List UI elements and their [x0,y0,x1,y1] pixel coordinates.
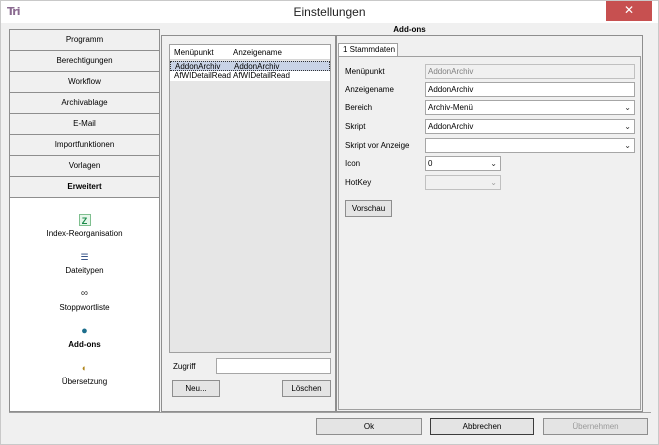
window-title: Einstellungen [293,5,366,19]
preview-button[interactable]: Vorschau [345,200,392,217]
nav-email[interactable]: E-Mail [10,114,159,135]
apply-button[interactable]: Übernehmen [543,418,648,435]
menupunkt-field: AddonArchiv [425,64,635,79]
tool-label: Stoppwortliste [59,303,110,312]
hotkey-label: HotKey [345,178,372,187]
title-bar[interactable]: Tri Einstellungen ✕ [1,1,658,23]
tool-label: Index-Reorganisation [46,229,123,238]
tool-label: Dateitypen [65,266,104,275]
nav-programm[interactable]: Programm [10,30,159,51]
skript-value: AddonArchiv [428,122,474,131]
nav-importfunktionen[interactable]: Importfunktionen [10,135,159,156]
tool-uebersetzung[interactable]: ◐ Übersetzung [10,362,159,398]
panel-title: Add-ons [393,25,426,34]
skript-vor-anzeige-select[interactable]: ⌄ [425,138,635,153]
tool-index-reorganisation[interactable]: Z Index-Reorganisation [10,214,159,250]
nav-berechtigungen[interactable]: Berechtigungen [10,51,159,72]
bereich-select[interactable]: Archiv-Menü ⌄ [425,100,635,115]
chevron-down-icon: ⌄ [490,178,497,187]
icon-select[interactable]: 0 ⌄ [425,156,501,171]
settings-sidebar: Programm Berechtigungen Workflow Archiva… [9,29,160,412]
new-button[interactable]: Neu... [172,380,220,397]
icon-label: Icon [345,159,361,168]
bereich-value: Archiv-Menü [428,103,473,112]
skript-select[interactable]: AddonArchiv ⌄ [425,119,635,134]
tab-stammdaten[interactable]: 1 Stammdaten [338,43,398,56]
list-row[interactable]: AddonArchiv AddonArchiv [170,61,330,71]
tool-add-ons[interactable]: ● Add-ons [10,325,159,361]
anzeigename-label: Anzeigename [345,85,394,94]
globe-icon: ● [81,325,88,337]
tool-dateitypen[interactable]: ☰ Dateitypen [10,251,159,287]
chevron-down-icon[interactable]: ⌄ [624,139,631,152]
nav-workflow[interactable]: Workflow [10,72,159,93]
chevron-down-icon[interactable]: ⌄ [624,120,631,133]
tool-label: Übersetzung [61,377,108,386]
column-header-menupunkt[interactable]: Menüpunkt [174,48,214,57]
skript-label: Skript [345,122,366,131]
chevron-down-icon[interactable]: ⌄ [490,157,497,170]
tool-stoppwortliste[interactable]: ∞ Stoppwortliste [10,288,159,324]
icon-value: 0 [428,159,433,168]
zugriff-label: Zugriff [173,362,196,371]
anzeigename-field[interactable]: AddonArchiv [425,82,635,97]
file-types-icon: ☰ [80,252,89,262]
nav-vorlagen[interactable]: Vorlagen [10,156,159,177]
cancel-button[interactable]: Abbrechen [430,418,534,435]
list-row[interactable]: AfWIDetailRead AfWIDetailRead [170,71,330,81]
tool-label: Add-ons [68,340,101,349]
stopword-list-icon: ∞ [80,288,89,299]
ok-button[interactable]: Ok [316,418,422,435]
cell-menupunkt: AfWIDetailRead [174,71,231,80]
zugriff-input[interactable] [216,358,331,374]
footer-divider [9,412,651,413]
skript-vor-anzeige-label: Skript vor Anzeige [345,141,410,150]
cell-anzeigename: AfWIDetailRead [233,71,290,80]
column-header-anzeigename[interactable]: Anzeigename [233,48,282,57]
nav-erweitert[interactable]: Erweitert [10,177,159,198]
menupunkt-label: Menüpunkt [345,67,385,76]
close-icon: ✕ [623,3,635,17]
list-header: Menüpunkt Anzeigename [170,45,330,60]
index-reorg-icon: Z [78,214,91,226]
delete-button[interactable]: Löschen [282,380,331,397]
addon-list[interactable]: Menüpunkt Anzeigename AddonArchiv AddonA… [169,44,331,353]
nav-archivablage[interactable]: Archivablage [10,93,159,114]
translation-icon: ◐ [81,363,88,373]
close-button[interactable]: ✕ [606,1,652,21]
bereich-label: Bereich [345,103,373,112]
chevron-down-icon[interactable]: ⌄ [624,101,631,114]
hotkey-select: ⌄ [425,175,501,190]
cell-menupunkt: AddonArchiv [175,62,221,71]
settings-window: Tri Einstellungen ✕ Programm Berechtigun… [0,0,659,445]
cell-anzeigename: AddonArchiv [234,62,280,71]
